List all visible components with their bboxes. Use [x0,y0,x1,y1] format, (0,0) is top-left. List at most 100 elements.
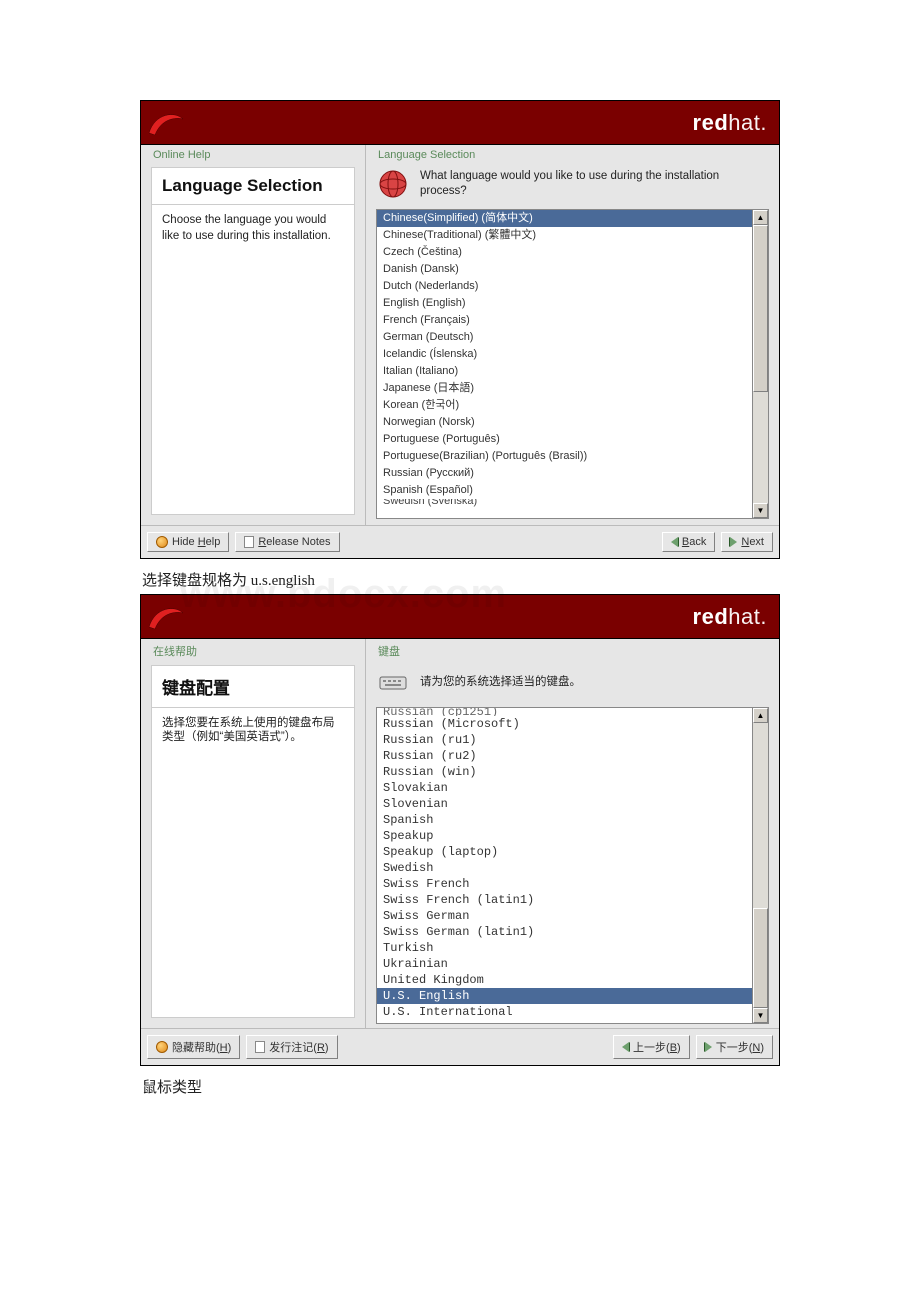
list-item[interactable]: United Kingdom [377,972,752,988]
list-item[interactable]: Russian (win) [377,764,752,780]
brand-thin: hat. [728,110,767,135]
list-item[interactable]: Czech (Čeština) [377,244,752,261]
list-item[interactable]: Russian (cp1251) [377,708,752,716]
list-item[interactable]: U.S. English [377,988,752,1004]
list-item[interactable]: Chinese(Simplified) (简体中文) [377,210,752,227]
list-item[interactable]: Spanish [377,812,752,828]
back-label: Back [682,536,706,548]
list-item[interactable]: Slovenian [377,796,752,812]
list-item[interactable]: Chinese(Traditional) (繁體中文) [377,227,752,244]
content-pane-label: Language Selection [376,149,769,161]
next-button[interactable]: Next [721,532,773,552]
brand-bold: red [693,604,729,629]
installer-window-language: redhat. Online Help Language Selection C… [140,100,780,559]
list-item[interactable]: Swedish (Svenska) [377,499,752,509]
hide-help-button[interactable]: 隐藏帮助(H) [147,1035,240,1059]
help-heading: Language Selection [151,167,355,205]
scroll-thumb[interactable] [753,225,768,392]
scrollbar[interactable]: ▲ ▼ [752,210,768,518]
list-item[interactable]: French (Français) [377,312,752,329]
list-item[interactable]: U.S. International [377,1004,752,1020]
list-item[interactable]: Turkish [377,940,752,956]
arrow-left-icon [622,1042,629,1052]
list-item[interactable]: Russian (Microsoft) [377,716,752,732]
globe-icon [376,167,410,201]
back-button[interactable]: Back [662,532,715,552]
back-button[interactable]: 上一步(B) [613,1035,690,1059]
list-item[interactable]: Portuguese(Brazilian) (Português (Brasil… [377,448,752,465]
list-item[interactable]: Danish (Dansk) [377,261,752,278]
scroll-track[interactable] [753,723,768,1008]
caption-mouse: 鼠标类型 [142,1076,780,1097]
list-item[interactable]: German (Deutsch) [377,329,752,346]
scroll-up-icon[interactable]: ▲ [753,708,768,723]
help-body: 选择您要在系统上使用的键盘布局类型（例如“美国英语式”）。 [151,708,355,1018]
release-notes-label: Release Notes [258,536,330,548]
language-list[interactable]: Chinese(Simplified) (简体中文)Chinese(Tradit… [376,209,769,519]
list-item[interactable]: Dutch (Nederlands) [377,278,752,295]
installer-window-keyboard: redhat. 在线帮助 键盘配置 选择您要在系统上使用的键盘布局类型（例如“美… [140,594,780,1066]
scroll-thumb[interactable] [753,908,768,1008]
content-pane: 键盘 请为您的系统选择适当的键盘。 Russian (cp1251)Russia… [366,639,779,1028]
brand-text: redhat. [693,110,767,136]
help-pane-label: 在线帮助 [151,643,355,659]
content-pane-label: 键盘 [376,643,769,659]
list-item[interactable]: Swiss German (latin1) [377,924,752,940]
list-item[interactable]: Swedish [377,860,752,876]
keyboard-icon [376,665,410,699]
hide-help-label: Hide HelpHide Help [172,536,220,548]
next-label: Next [741,536,764,548]
scroll-down-icon[interactable]: ▼ [753,503,768,518]
brand-thin: hat. [728,604,767,629]
release-notes-label: 发行注记(R) [269,1039,328,1055]
caption-keyboard: 选择键盘规格为 u.s.english [142,569,780,590]
list-item[interactable]: Italian (Italiano) [377,363,752,380]
prompt-text: 请为您的系统选择适当的键盘。 [420,675,581,690]
list-item[interactable]: Russian (Русский) [377,465,752,482]
prompt-row: What language would you like to use duri… [376,167,769,201]
list-item[interactable]: Speakup (laptop) [377,844,752,860]
redhat-logo-icon [145,105,185,141]
next-button[interactable]: 下一步(N) [696,1035,773,1059]
list-item[interactable]: English (English) [377,295,752,312]
prompt-text: What language would you like to use duri… [420,169,769,199]
list-item[interactable]: Speakup [377,828,752,844]
hide-help-button[interactable]: Hide HelpHide Help [147,532,229,552]
list-item[interactable]: Swiss French (latin1) [377,892,752,908]
list-item[interactable]: Russian (ru2) [377,748,752,764]
list-item[interactable]: Spanish (Español) [377,482,752,499]
list-item[interactable]: Swiss French [377,876,752,892]
scrollbar[interactable]: ▲ ▼ [752,708,768,1023]
list-item[interactable]: Swiss German [377,908,752,924]
prompt-row: 请为您的系统选择适当的键盘。 [376,665,769,699]
release-notes-button[interactable]: Release Notes [235,532,339,552]
help-heading: 键盘配置 [151,665,355,708]
help-pane: 在线帮助 键盘配置 选择您要在系统上使用的键盘布局类型（例如“美国英语式”）。 [141,639,366,1028]
content-pane: Language Selection What language would y… [366,145,779,525]
list-item[interactable]: Portuguese (Português) [377,431,752,448]
list-item[interactable]: Korean (한국어) [377,397,752,414]
list-item[interactable]: Ukrainian [377,956,752,972]
scroll-up-icon[interactable]: ▲ [753,210,768,225]
brand-text: redhat. [693,604,767,630]
arrow-right-icon [705,1042,712,1052]
scroll-track[interactable] [753,225,768,503]
hide-help-label: 隐藏帮助(H) [172,1039,231,1055]
arrow-right-icon [730,537,737,547]
release-notes-button[interactable]: 发行注记(R) [246,1035,337,1059]
brand-bold: red [693,110,729,135]
list-item[interactable]: Russian (ru1) [377,732,752,748]
footer: Hide HelpHide Help Release Notes Back Ne… [141,525,779,558]
titlebar: redhat. [141,101,779,145]
redhat-logo-icon [145,599,185,635]
list-item[interactable]: Slovakian [377,780,752,796]
arrow-left-icon [671,537,678,547]
list-item[interactable]: Japanese (日本語) [377,380,752,397]
back-label: 上一步(B) [633,1039,681,1055]
list-item[interactable]: Norwegian (Norsk) [377,414,752,431]
list-item[interactable]: Icelandic (Íslenska) [377,346,752,363]
help-pane: Online Help Language Selection Choose th… [141,145,366,525]
keyboard-list[interactable]: Russian (cp1251)Russian (Microsoft)Russi… [376,707,769,1024]
scroll-down-icon[interactable]: ▼ [753,1008,768,1023]
bulb-icon [156,536,168,548]
